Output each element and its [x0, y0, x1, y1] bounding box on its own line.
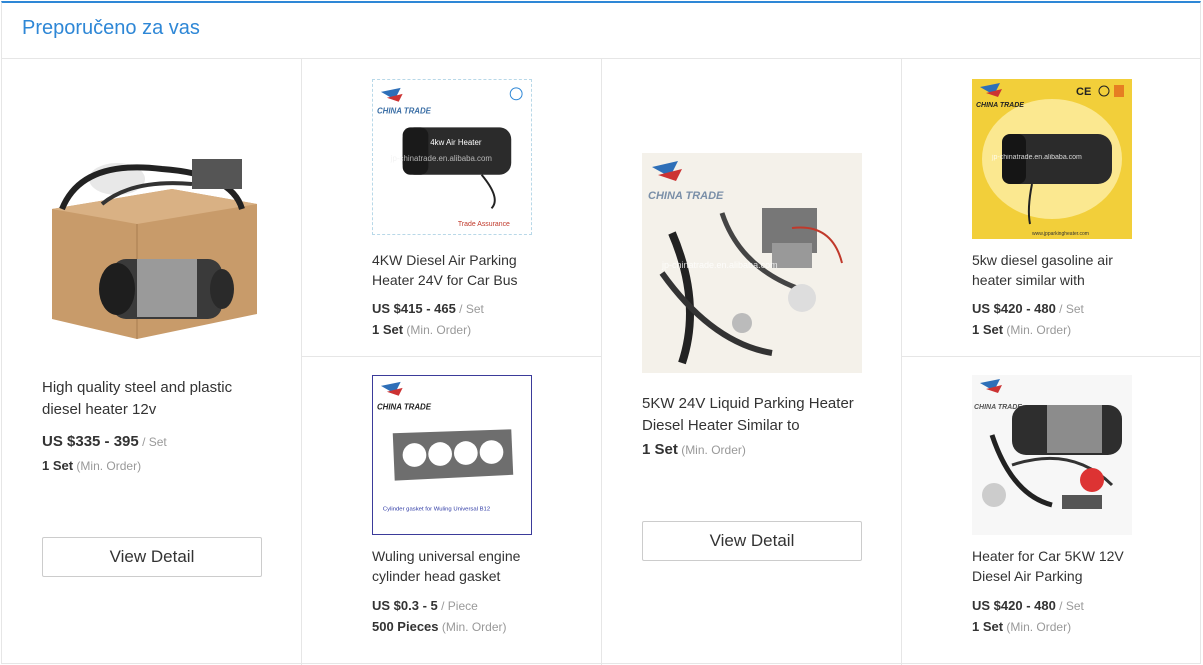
moq-value: 1 Set [972, 322, 1004, 337]
price-range: US $0.3 - 5 [372, 598, 438, 613]
liquid-heater-photo: CHINA TRADE jp-chinatrade.en.alibaba.com [648, 161, 843, 365]
product-price: US $335 - 395 / Set [42, 433, 167, 450]
product-card-5[interactable]: CHINA TRADE CE jp-chinatrade.en.alibaba.… [902, 59, 1200, 357]
watermark-text: jp-chinatrade.en.alibaba.com [991, 154, 1082, 161]
product-image-4[interactable]: CHINA TRADE jp-chinatrade.en.alibaba.com [642, 153, 862, 373]
air-heater-photo: CHINA TRADE 4kw Air Heater jp-chinatrade… [377, 87, 523, 228]
price-unit: / Set [455, 302, 484, 316]
product-title[interactable]: Wuling universal engine cylinder head ga… [372, 546, 532, 586]
watermark-text: jp-chinatrade.en.alibaba.com [390, 154, 493, 163]
moq-note: (Min. Order) [1003, 620, 1072, 634]
product-image-1[interactable] [42, 149, 262, 349]
price-unit: / Piece [437, 599, 478, 613]
moq-value: 1 Set [972, 619, 1004, 634]
price-range: US $415 - 465 [372, 301, 456, 316]
caption-text: 4kw Air Heater [430, 138, 482, 147]
product-card-4[interactable]: CHINA TRADE jp-chinatrade.en.alibaba.com… [602, 59, 901, 665]
view-detail-button[interactable]: View Detail [42, 537, 262, 577]
caption-text: Cylinder gasket for Wuling Universal B12 [383, 506, 490, 512]
product-moq: 1 Set (Min. Order) [42, 458, 141, 473]
product-title[interactable]: 5kw diesel gasoline air heater similar w… [972, 250, 1132, 290]
product-column-3: CHINA TRADE jp-chinatrade.en.alibaba.com… [602, 59, 902, 665]
moq-value: 1 Set [372, 322, 404, 337]
product-card-2[interactable]: CHINA TRADE 4kw Air Heater jp-chinatrade… [302, 59, 601, 357]
gasoline-heater-photo: CHINA TRADE CE jp-chinatrade.en.alibaba.… [972, 79, 1132, 239]
panel-header: Preporučeno za vas [2, 3, 1200, 59]
moq-value: 1 Set [42, 458, 74, 473]
moq-note: (Min. Order) [403, 323, 472, 337]
moq-note: (Min. Order) [73, 459, 142, 473]
moq-value: 500 Pieces [372, 619, 439, 634]
product-image-3[interactable]: CHINA TRADE Cylinder gasket for Wuling U… [372, 375, 532, 535]
product-price: US $0.3 - 5 / Piece [372, 598, 478, 613]
brand-text: CHINA TRADE [377, 107, 432, 116]
product-price: US $415 - 465 / Set [372, 301, 484, 316]
price-unit: / Set [1055, 599, 1084, 613]
price-unit: / Set [1055, 302, 1084, 316]
brand-text: CHINA TRADE [976, 102, 1024, 109]
product-moq: 500 Pieces (Min. Order) [372, 619, 507, 634]
product-column-1: High quality steel and plastic diesel he… [2, 59, 302, 665]
product-column-4: CHINA TRADE CE jp-chinatrade.en.alibaba.… [902, 59, 1200, 665]
product-title[interactable]: Heater for Car 5KW 12V Diesel Air Parkin… [972, 546, 1132, 586]
product-moq: 1 Set (Min. Order) [372, 322, 471, 337]
watermark-text: jp-chinatrade.en.alibaba.com [661, 260, 778, 270]
panel-title: Preporučeno za vas [22, 17, 200, 39]
recommended-panel: Preporučeno za vas High quality steel an… [1, 1, 1201, 665]
site-text: www.jpparkingheater.com [1032, 231, 1089, 237]
badge-text: Trade Assurance [458, 221, 510, 228]
brand-text: CHINA TRADE [377, 403, 432, 412]
price-range: US $335 - 395 [42, 433, 139, 450]
product-title[interactable]: 4KW Diesel Air Parking Heater 24V for Ca… [372, 250, 532, 290]
moq-value: 1 Set [642, 441, 678, 458]
moq-note: (Min. Order) [677, 443, 746, 457]
moq-note: (Min. Order) [1003, 323, 1072, 337]
heater-kit-photo [52, 159, 257, 339]
product-image-2[interactable]: CHINA TRADE 4kw Air Heater jp-chinatrade… [372, 79, 532, 235]
product-card-1[interactable]: High quality steel and plastic diesel he… [2, 59, 301, 665]
product-card-6[interactable]: CHINA TRADE Heater for Car 5KW 12V Diese… [902, 357, 1200, 665]
car-heater-photo: CHINA TRADE [974, 379, 1122, 509]
product-price: US $420 - 480 / Set [972, 301, 1084, 316]
product-moq: 1 Set (Min. Order) [972, 619, 1071, 634]
price-range: US $420 - 480 [972, 598, 1056, 613]
product-title[interactable]: 5KW 24V Liquid Parking Heater Diesel Hea… [642, 393, 866, 437]
brand-text: CHINA TRADE [648, 190, 724, 202]
product-image-6[interactable]: CHINA TRADE [972, 375, 1132, 535]
product-title[interactable]: High quality steel and plastic diesel he… [42, 377, 262, 421]
moq-note: (Min. Order) [438, 620, 507, 634]
view-detail-button[interactable]: View Detail [642, 521, 862, 561]
product-card-3[interactable]: CHINA TRADE Cylinder gasket for Wuling U… [302, 357, 601, 665]
product-moq: 1 Set (Min. Order) [972, 322, 1071, 337]
price-unit: / Set [138, 435, 167, 449]
brand-text: CHINA TRADE [974, 404, 1022, 411]
product-column-2: CHINA TRADE 4kw Air Heater jp-chinatrade… [302, 59, 602, 665]
cylinder-gasket-photo: CHINA TRADE Cylinder gasket for Wuling U… [377, 381, 514, 512]
price-range: US $420 - 480 [972, 301, 1056, 316]
product-price: US $420 - 480 / Set [972, 598, 1084, 613]
ce-mark-text: CE [1076, 86, 1091, 98]
product-moq: 1 Set (Min. Order) [642, 441, 746, 458]
product-image-5[interactable]: CHINA TRADE CE jp-chinatrade.en.alibaba.… [972, 79, 1132, 239]
